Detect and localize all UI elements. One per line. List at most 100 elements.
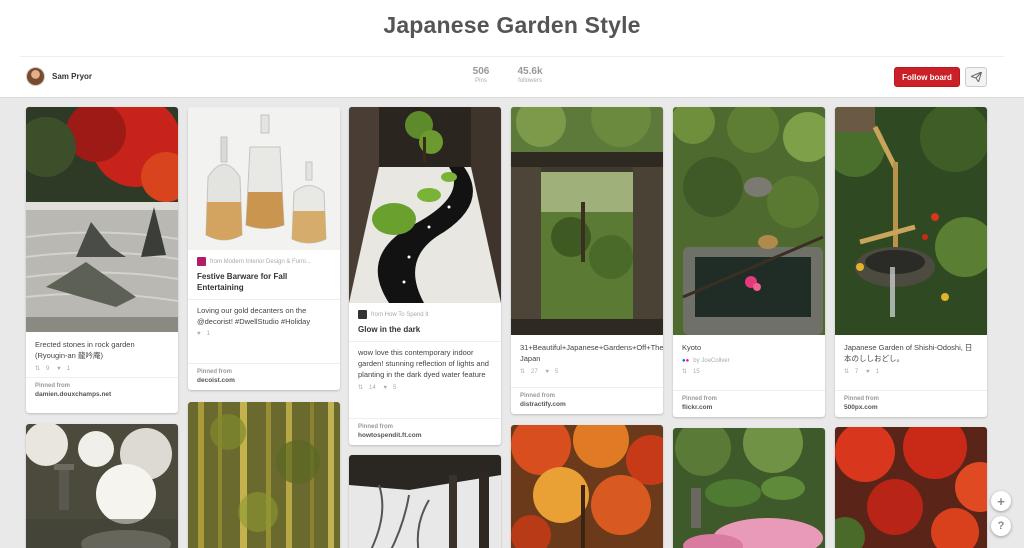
- pin-card[interactable]: [26, 424, 178, 548]
- pin-source-link[interactable]: distractify.com: [520, 401, 654, 408]
- pin-image-azalea-garden[interactable]: [673, 428, 825, 548]
- like-icon: ♥: [197, 331, 201, 337]
- pinned-from[interactable]: Pinned from decoist.com: [188, 363, 340, 390]
- followers-count: 45.6k: [517, 66, 543, 77]
- like-icon: ♥: [866, 369, 870, 375]
- followers-stat[interactable]: 45.6k followers: [505, 66, 555, 84]
- repin-icon: ⇅: [520, 369, 526, 375]
- repin-count: 15: [693, 369, 700, 375]
- pin-counts: ⇅ 27 ♥ 5: [520, 368, 654, 375]
- pin-card[interactable]: [511, 425, 663, 548]
- followers-label: followers: [518, 78, 542, 84]
- pinned-from[interactable]: Pinned from distractify.com: [511, 387, 663, 414]
- plus-icon: +: [997, 493, 1005, 509]
- pin-image-veranda[interactable]: [349, 455, 501, 548]
- pin-image-snow-garden[interactable]: [26, 424, 178, 548]
- pin-card[interactable]: from Modern Interior Design & Furni... F…: [188, 107, 340, 390]
- like-icon: ♥: [545, 369, 549, 375]
- pin-description: 31+Beautiful+Japanese+Gardens+Off+The+Be…: [520, 343, 663, 363]
- like-icon: ♥: [383, 385, 387, 391]
- pinned-from[interactable]: Pinned from damien.douxchamps.net: [26, 377, 178, 404]
- pin-counts: ♥ 1: [197, 331, 331, 337]
- pin-source-link[interactable]: decoist.com: [197, 377, 331, 384]
- pinned-from[interactable]: Pinned from howtospendit.ft.com: [349, 418, 501, 445]
- pin-source-link[interactable]: flickr.com: [682, 404, 816, 411]
- pin-source-link[interactable]: damien.douxchamps.net: [35, 391, 169, 398]
- pin-image-gate[interactable]: [511, 107, 663, 335]
- like-icon: ♥: [57, 366, 61, 372]
- attribution-text[interactable]: from How To Spend It: [371, 312, 429, 318]
- pin-counts: ⇅ 15: [682, 368, 816, 375]
- pin-body: Kyoto ●● by JoeCollver ⇅ 15: [673, 335, 825, 380]
- site-logo-icon: [197, 257, 206, 266]
- pin-card[interactable]: Kyoto ●● by JoeCollver ⇅ 15 Pinned from f…: [673, 107, 825, 417]
- owner-name[interactable]: Sam Pryor: [52, 72, 92, 81]
- pinned-from-label: Pinned from: [358, 424, 394, 430]
- pin-image-indoor-garden[interactable]: [349, 107, 501, 303]
- pin-image-decanters[interactable]: [188, 107, 340, 250]
- attribution-text[interactable]: from Modern Interior Design & Furni...: [210, 259, 311, 265]
- pin-user[interactable]: ●● by JoeCollver: [682, 358, 816, 364]
- like-count: 1: [875, 369, 879, 375]
- pin-body: 31+Beautiful+Japanese+Gardens+Off+The+Be…: [511, 335, 663, 380]
- repin-count: 7: [855, 369, 859, 375]
- repin-count: 27: [531, 369, 538, 375]
- pin-title[interactable]: Festive Barware for Fall Entertaining: [197, 271, 331, 293]
- question-icon: ?: [997, 520, 1005, 532]
- pin-attribution[interactable]: from Modern Interior Design & Furni...: [197, 257, 331, 266]
- pin-description: Erected stones in rock garden (Ryougin-a…: [35, 340, 135, 360]
- pin-description: wow love this contemporary indoor garden…: [358, 348, 489, 379]
- repin-count: 9: [46, 366, 50, 372]
- pin-user-name[interactable]: by JoeCollver: [693, 358, 729, 364]
- follow-board-button[interactable]: Follow board: [894, 67, 960, 87]
- pin-source-link[interactable]: 500px.com: [844, 404, 978, 411]
- avatar[interactable]: [26, 67, 45, 86]
- board-title: Japanese Garden Style: [383, 12, 641, 38]
- pin-source-link[interactable]: howtospendit.ft.com: [358, 432, 492, 439]
- pin-card[interactable]: from How To Spend It Glow in the dark wo…: [349, 107, 501, 445]
- pin-counts: ⇅ 7 ♥ 1: [844, 368, 978, 375]
- divider: [349, 341, 501, 342]
- pin-description: Kyoto: [682, 343, 702, 352]
- help-button[interactable]: ?: [991, 516, 1011, 536]
- header-divider: [20, 56, 1004, 57]
- pin-card[interactable]: Japanese Garden of Shishi-Odoshi, 日本のししお…: [835, 107, 987, 417]
- send-board-button[interactable]: [965, 67, 987, 87]
- pin-image-autumn-maples[interactable]: [511, 425, 663, 548]
- flickr-icon: ●●: [682, 358, 690, 364]
- pin-image-red-maple[interactable]: [835, 427, 987, 548]
- pin-card[interactable]: [188, 402, 340, 548]
- pinned-from-label: Pinned from: [197, 369, 233, 375]
- pinned-from-label: Pinned from: [844, 396, 880, 402]
- pin-body: Erected stones in rock garden (Ryougin-a…: [26, 332, 178, 377]
- like-count: 5: [392, 385, 397, 391]
- divider: [188, 299, 340, 300]
- pinned-from[interactable]: Pinned from 500px.com: [835, 390, 987, 417]
- pin-image-shishi-odoshi[interactable]: [835, 107, 987, 335]
- add-pin-button[interactable]: +: [991, 491, 1011, 511]
- pin-title[interactable]: Glow in the dark: [358, 324, 492, 335]
- site-logo-icon: [358, 310, 367, 319]
- pin-card[interactable]: 31+Beautiful+Japanese+Gardens+Off+The+Be…: [511, 107, 663, 414]
- pin-image-bamboo[interactable]: [188, 402, 340, 548]
- pins-stat[interactable]: 506 Pins: [456, 66, 506, 84]
- paper-plane-icon: [970, 72, 982, 82]
- pin-counts: ⇅ 14 ♥ 5: [358, 384, 492, 391]
- pin-attribution[interactable]: from How To Spend It: [358, 310, 492, 319]
- pin-body: Japanese Garden of Shishi-Odoshi, 日本のししお…: [835, 335, 987, 380]
- pinned-from[interactable]: Pinned from flickr.com: [673, 390, 825, 417]
- pinned-from-label: Pinned from: [35, 383, 71, 389]
- pin-card[interactable]: [349, 455, 501, 548]
- pin-counts: ⇅ 9 ♥ 1: [35, 365, 169, 372]
- like-count: 5: [554, 369, 559, 375]
- pin-card[interactable]: [673, 428, 825, 548]
- pin-description: Loving our gold decanters on the @decori…: [197, 306, 311, 326]
- pin-image-rock-garden[interactable]: [26, 107, 178, 332]
- board-owner[interactable]: Sam Pryor: [26, 67, 92, 86]
- repin-count: 14: [369, 385, 376, 391]
- pin-body: from How To Spend It Glow in the dark wo…: [349, 303, 501, 396]
- pin-body: from Modern Interior Design & Furni... F…: [188, 250, 340, 342]
- pin-card[interactable]: Erected stones in rock garden (Ryougin-a…: [26, 107, 178, 413]
- pin-card[interactable]: [835, 427, 987, 548]
- pin-image-kyoto-basin[interactable]: [673, 107, 825, 335]
